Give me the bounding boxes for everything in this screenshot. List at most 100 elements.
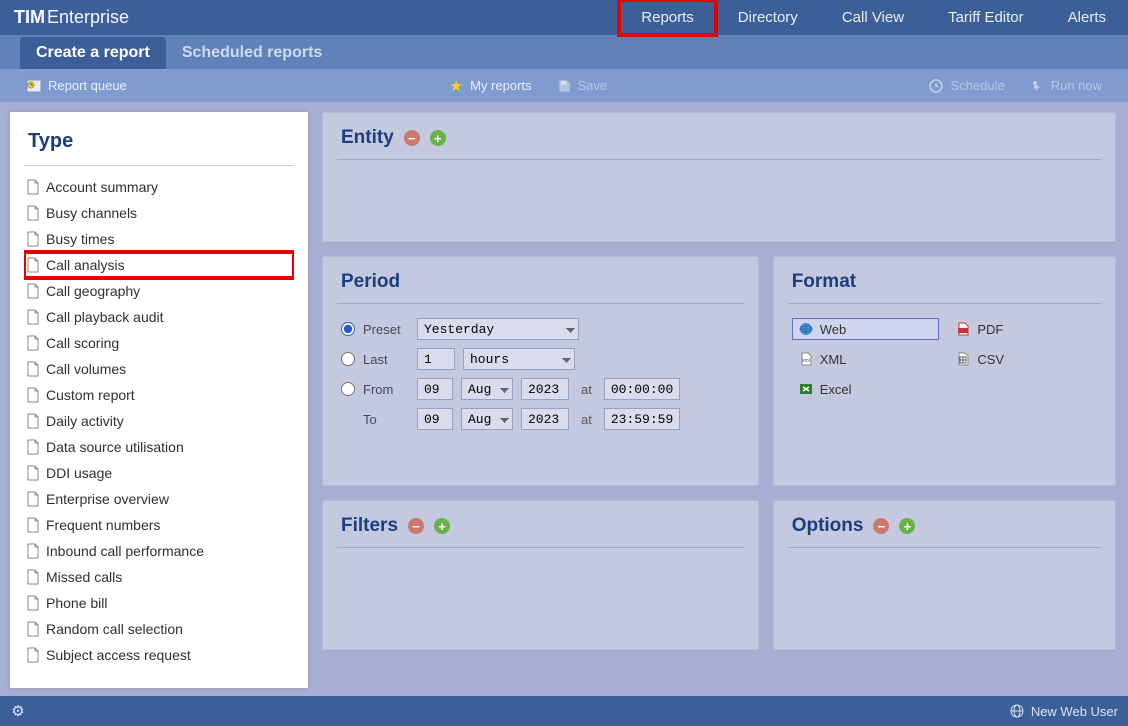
save-button[interactable]: Save xyxy=(544,78,620,94)
period-to-day[interactable] xyxy=(417,408,453,430)
document-icon xyxy=(26,647,40,663)
format-web[interactable]: Web xyxy=(792,318,940,340)
type-item[interactable]: Custom report xyxy=(24,382,294,408)
period-last-radio[interactable] xyxy=(341,352,355,366)
period-to-label: To xyxy=(363,412,409,427)
run-icon xyxy=(1029,78,1045,94)
type-item[interactable]: DDI usage xyxy=(24,460,294,486)
report-queue-label: Report queue xyxy=(48,78,127,93)
period-from-radio[interactable] xyxy=(341,382,355,396)
period-preset-radio[interactable] xyxy=(341,322,355,336)
type-item[interactable]: Call volumes xyxy=(24,356,294,382)
nav-reports[interactable]: Reports xyxy=(619,0,716,35)
run-now-label: Run now xyxy=(1051,78,1102,93)
document-icon xyxy=(26,283,40,299)
type-item[interactable]: Frequent numbers xyxy=(24,512,294,538)
tab-create-report[interactable]: Create a report xyxy=(20,37,166,69)
type-item[interactable]: Inbound call performance xyxy=(24,538,294,564)
period-from-month[interactable]: Aug xyxy=(461,378,513,400)
format-pdf[interactable]: PDF xyxy=(949,318,1097,340)
nav-alerts[interactable]: Alerts xyxy=(1046,0,1128,35)
type-item-label: Busy channels xyxy=(46,205,137,221)
nav-directory[interactable]: Directory xyxy=(716,0,820,35)
period-panel: Period Preset Yesterday Last hours xyxy=(322,256,759,486)
filters-add-button[interactable]: + xyxy=(434,518,450,534)
options-add-button[interactable]: + xyxy=(899,518,915,534)
format-excel[interactable]: Excel xyxy=(792,378,940,400)
report-queue-button[interactable]: Report queue xyxy=(14,78,139,94)
filters-remove-button[interactable]: − xyxy=(408,518,424,534)
nav-call-view[interactable]: Call View xyxy=(820,0,926,35)
divider xyxy=(337,303,744,304)
type-item[interactable]: Random call selection xyxy=(24,616,294,642)
entity-remove-button[interactable]: − xyxy=(404,130,420,146)
type-item-label: Phone bill xyxy=(46,595,108,611)
options-remove-button[interactable]: − xyxy=(873,518,889,534)
type-item[interactable]: Call scoring xyxy=(24,330,294,356)
svg-text:xml: xml xyxy=(802,358,810,364)
type-item-label: Inbound call performance xyxy=(46,543,204,559)
format-xml[interactable]: xml XML xyxy=(792,348,940,370)
type-item-label: DDI usage xyxy=(46,465,112,481)
format-csv[interactable]: CSV xyxy=(949,348,1097,370)
period-from-year[interactable] xyxy=(521,378,569,400)
type-item[interactable]: Missed calls xyxy=(24,564,294,590)
type-item[interactable]: Subject access request xyxy=(24,642,294,668)
format-web-label: Web xyxy=(820,322,847,337)
period-last-unit-select[interactable]: hours xyxy=(463,348,575,370)
entity-add-button[interactable]: + xyxy=(430,130,446,146)
type-item-label: Busy times xyxy=(46,231,114,247)
clock-icon xyxy=(928,78,944,94)
period-to-year[interactable] xyxy=(521,408,569,430)
type-item-label: Daily activity xyxy=(46,413,124,429)
period-preset-select[interactable]: Yesterday xyxy=(417,318,579,340)
period-last-label: Last xyxy=(363,352,409,367)
footer-bar: ⚙ New Web User xyxy=(0,696,1128,726)
type-item[interactable]: Daily activity xyxy=(24,408,294,434)
type-item-label: Custom report xyxy=(46,387,135,403)
schedule-button[interactable]: Schedule xyxy=(916,78,1016,94)
type-item-label: Call analysis xyxy=(46,257,125,273)
footer-user[interactable]: New Web User xyxy=(1031,704,1118,719)
period-to-month[interactable]: Aug xyxy=(461,408,513,430)
type-item[interactable]: Busy channels xyxy=(24,200,294,226)
save-label: Save xyxy=(578,78,608,93)
type-item[interactable]: Data source utilisation xyxy=(24,434,294,460)
divider xyxy=(788,547,1101,548)
type-item[interactable]: Enterprise overview xyxy=(24,486,294,512)
type-item[interactable]: Call analysis xyxy=(24,252,294,278)
gear-icon[interactable]: ⚙ xyxy=(10,703,26,719)
type-item[interactable]: Call geography xyxy=(24,278,294,304)
period-from-time[interactable] xyxy=(604,378,680,400)
type-item[interactable]: Call playback audit xyxy=(24,304,294,330)
format-pdf-label: PDF xyxy=(977,322,1003,337)
type-item-label: Data source utilisation xyxy=(46,439,184,455)
type-item-label: Call scoring xyxy=(46,335,119,351)
options-heading: Options xyxy=(792,515,864,537)
at-label-2: at xyxy=(577,412,596,427)
my-reports-button[interactable]: ★ My reports xyxy=(436,78,543,94)
type-item[interactable]: Busy times xyxy=(24,226,294,252)
format-excel-label: Excel xyxy=(820,382,852,397)
tab-scheduled-reports[interactable]: Scheduled reports xyxy=(166,37,338,69)
run-now-button[interactable]: Run now xyxy=(1017,78,1114,94)
nav-tariff-editor[interactable]: Tariff Editor xyxy=(926,0,1046,35)
divider xyxy=(337,547,744,548)
type-item[interactable]: Account summary xyxy=(24,174,294,200)
type-heading: Type xyxy=(10,112,308,159)
type-item-label: Subject access request xyxy=(46,647,191,663)
excel-icon xyxy=(798,381,814,397)
period-last-row: Last hours xyxy=(341,348,740,370)
brand-part1: TIM xyxy=(14,7,45,28)
period-from-day[interactable] xyxy=(417,378,453,400)
type-list[interactable]: Account summary Busy channels Busy times Ca… xyxy=(24,174,294,680)
filters-heading: Filters xyxy=(341,515,398,537)
type-item[interactable]: Phone bill xyxy=(24,590,294,616)
format-panel: Format Web PDF xml XML xyxy=(773,256,1116,486)
period-to-time[interactable] xyxy=(604,408,680,430)
document-icon xyxy=(26,413,40,429)
brand: TIM Enterprise xyxy=(0,7,129,28)
schedule-label: Schedule xyxy=(950,78,1004,93)
period-last-value[interactable] xyxy=(417,348,455,370)
top-bar: TIM Enterprise Reports Directory Call Vi… xyxy=(0,0,1128,35)
